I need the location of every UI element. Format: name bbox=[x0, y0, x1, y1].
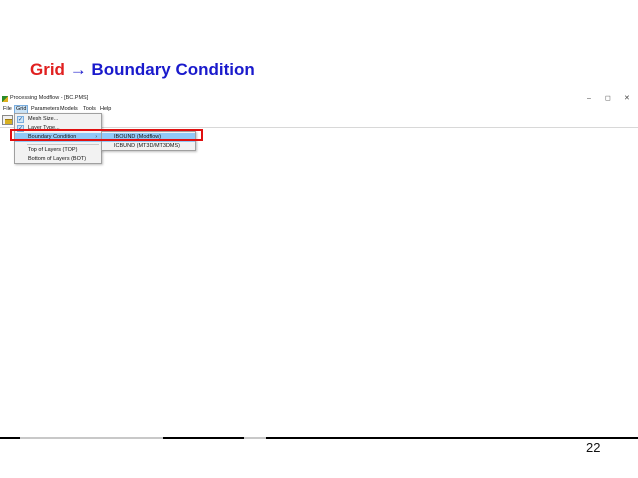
submenu-item-icbund[interactable]: ICBUND (MT3D/MT3DMS) bbox=[102, 142, 195, 151]
open-file-button[interactable] bbox=[2, 115, 13, 125]
menu-item-mesh-size[interactable]: ✓ Mesh Size... bbox=[15, 115, 101, 124]
menu-file[interactable]: File bbox=[2, 105, 13, 113]
close-button[interactable]: ✕ bbox=[624, 94, 630, 104]
window-titlebar: Processing Modflow - [BC.PMS] – ◻ ✕ bbox=[0, 94, 638, 105]
footer-rule-segment bbox=[20, 437, 163, 439]
title-arrow: → bbox=[69, 60, 87, 79]
menu-item-label: Top of Layers (TOP) bbox=[28, 147, 78, 153]
minimize-button[interactable]: – bbox=[587, 94, 591, 104]
menu-parameters[interactable]: Parameters bbox=[30, 105, 60, 113]
menu-tools[interactable]: Tools bbox=[82, 105, 97, 113]
open-folder-icon bbox=[5, 119, 12, 124]
annotation-highlight-box bbox=[10, 129, 203, 141]
menu-separator bbox=[27, 144, 99, 145]
menu-item-bottom-of-layers[interactable]: Bottom of Layers (BOT) bbox=[15, 155, 101, 164]
processing-modflow-icon bbox=[2, 96, 8, 102]
footer-rule-segment bbox=[244, 437, 266, 439]
menu-item-label: Mesh Size... bbox=[28, 116, 59, 122]
page-number: 22 bbox=[586, 440, 601, 455]
menu-help[interactable]: Help bbox=[99, 105, 112, 113]
title-boundary-condition: Boundary Condition bbox=[91, 60, 255, 79]
check-icon: ✓ bbox=[17, 116, 24, 123]
window-title: Processing Modflow - [BC.PMS] bbox=[10, 95, 89, 101]
menu-item-top-of-layers[interactable]: Top of Layers (TOP) bbox=[15, 146, 101, 155]
title-grid: Grid bbox=[30, 60, 65, 79]
slide-title: Grid → Boundary Condition bbox=[30, 60, 255, 80]
menu-models[interactable]: Models bbox=[59, 105, 79, 113]
menu-bar: File Grid Parameters Models Tools Help bbox=[0, 105, 638, 114]
maximize-button[interactable]: ◻ bbox=[605, 94, 611, 104]
menu-item-label: Bottom of Layers (BOT) bbox=[28, 156, 87, 162]
